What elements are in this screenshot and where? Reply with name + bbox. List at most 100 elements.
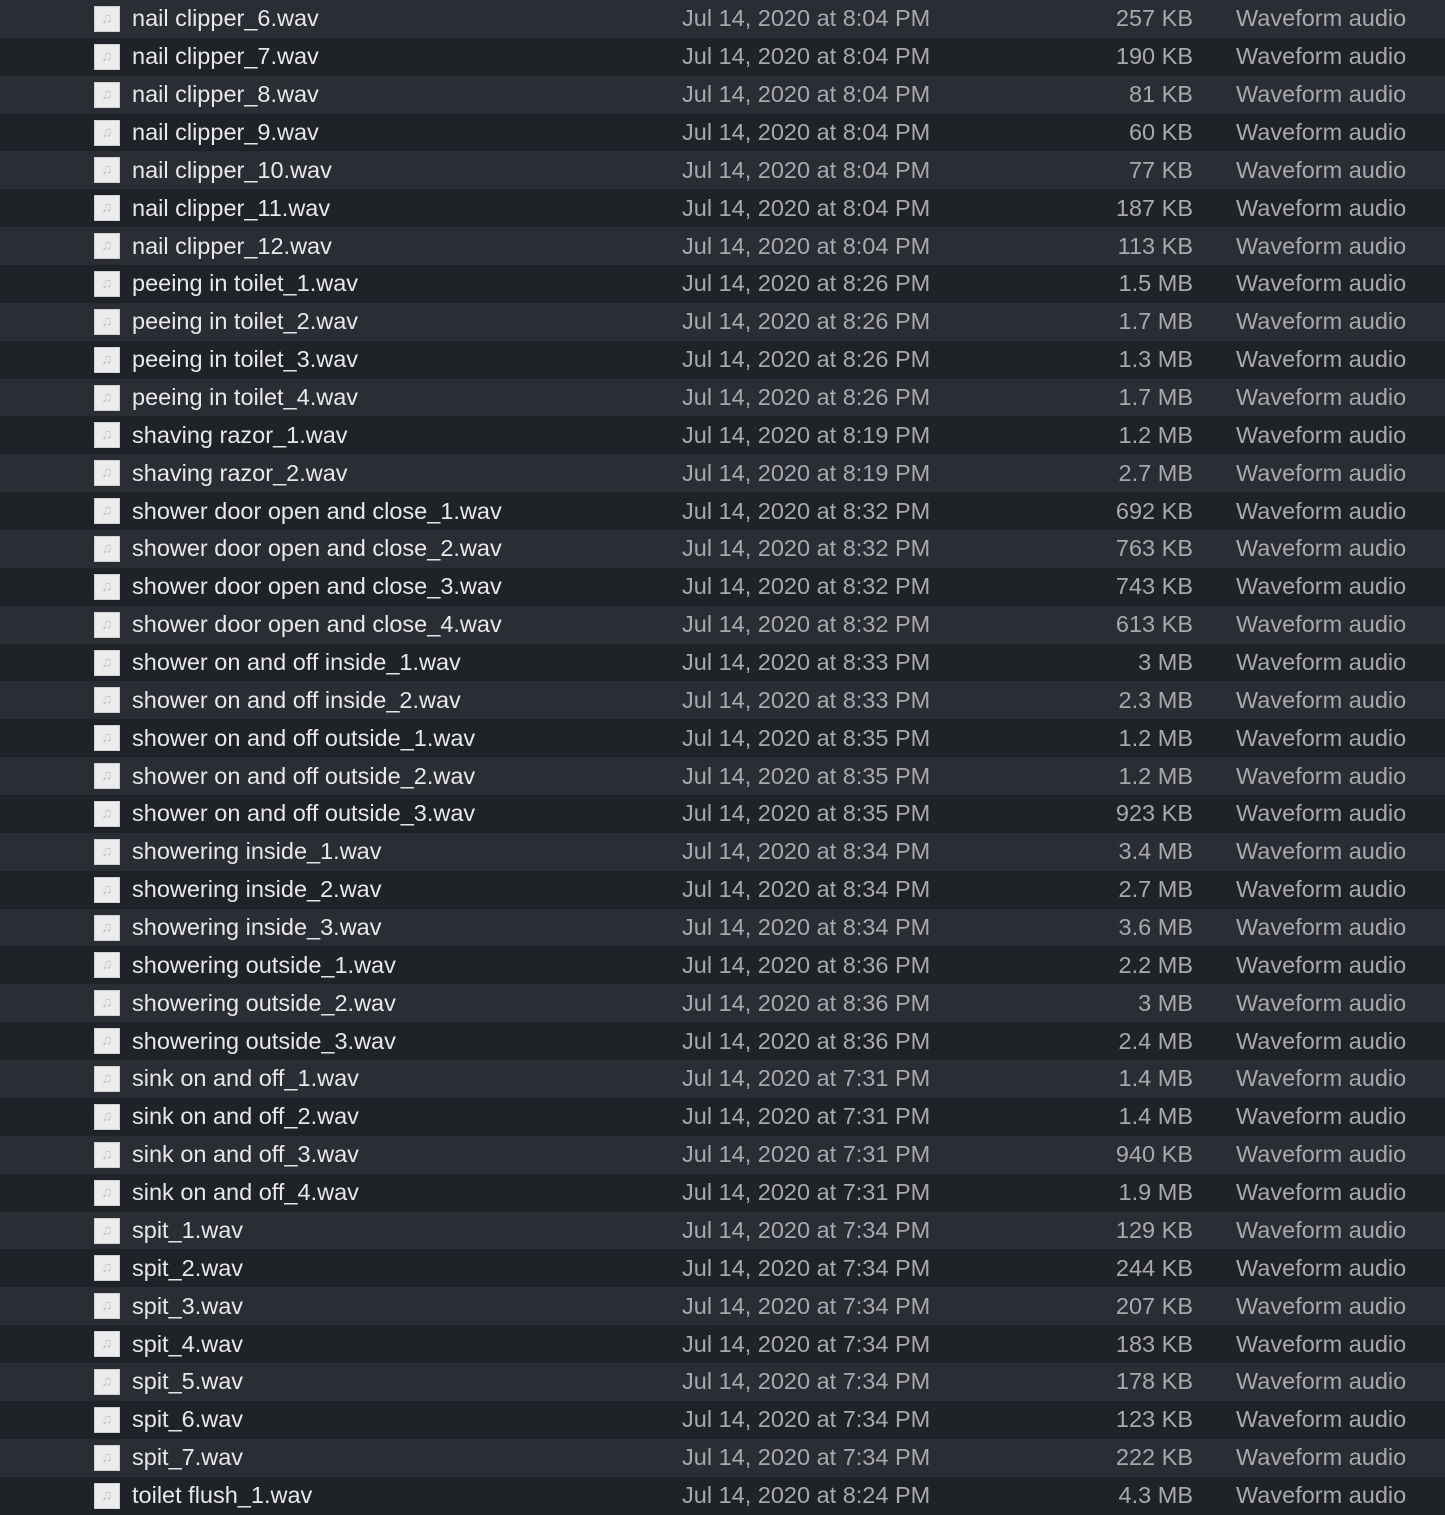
- audio-file-icon: ♫: [94, 838, 120, 865]
- file-date-modified: Jul 14, 2020 at 8:19 PM: [682, 421, 931, 448]
- file-date-modified: Jul 14, 2020 at 8:04 PM: [682, 119, 931, 145]
- audio-file-icon: ♫: [94, 6, 120, 32]
- file-row[interactable]: ♫ toilet flush_1.wav Jul 14, 2020 at 8:24 …: [0, 1476, 1445, 1515]
- file-row[interactable]: ♫ showering outside_1.wav Jul 14, 2020 at …: [0, 946, 1445, 985]
- file-row[interactable]: ♫ sink on and off_4.wav Jul 14, 2020 at 7:…: [0, 1173, 1445, 1212]
- audio-file-icon: ♫: [94, 725, 120, 752]
- file-row[interactable]: ♫ peeing in toilet_4.wav Jul 14, 2020 at 8…: [0, 378, 1445, 417]
- file-date-modified: Jul 14, 2020 at 7:34 PM: [682, 1292, 931, 1319]
- file-row[interactable]: ♫ sink on and off_1.wav Jul 14, 2020 at 7:…: [0, 1060, 1445, 1098]
- file-row[interactable]: ♫ nail clipper_8.wav Jul 14, 2020 at 8:04 …: [0, 75, 1445, 114]
- file-row[interactable]: ♫ nail clipper_6.wav Jul 14, 2020 at 8:04 …: [0, 0, 1445, 38]
- file-size: 2.7 MB: [1118, 876, 1193, 903]
- file-date-modified: Jul 14, 2020 at 7:34 PM: [682, 1368, 931, 1395]
- file-name: shower on and off inside_1.wav: [132, 649, 461, 676]
- file-name: sink on and off_1.wav: [132, 1065, 359, 1092]
- file-kind: Waveform audio: [1236, 1368, 1407, 1395]
- file-row[interactable]: ♫ showering outside_2.wav Jul 14, 2020 at …: [0, 984, 1445, 1023]
- file-date-modified: Jul 14, 2020 at 8:34 PM: [682, 914, 931, 941]
- file-row[interactable]: ♫ peeing in toilet_1.wav Jul 14, 2020 at 8…: [0, 265, 1445, 303]
- file-row[interactable]: ♫ spit_1.wav Jul 14, 2020 at 7:34 PM 129 KB…: [0, 1211, 1445, 1250]
- file-date-modified: Jul 14, 2020 at 8:32 PM: [682, 573, 931, 600]
- file-date-modified: Jul 14, 2020 at 8:35 PM: [682, 800, 931, 827]
- audio-file-icon: ♫: [94, 687, 120, 714]
- file-date-modified: Jul 14, 2020 at 8:35 PM: [682, 762, 931, 789]
- file-row[interactable]: ♫ peeing in toilet_2.wav Jul 14, 2020 at 8…: [0, 302, 1445, 341]
- file-row[interactable]: ♫ spit_2.wav Jul 14, 2020 at 7:34 PM 244 KB…: [0, 1249, 1445, 1288]
- file-row[interactable]: ♫ shower door open and close_1.wav Jul 14,…: [0, 492, 1445, 531]
- file-row[interactable]: ♫ spit_4.wav Jul 14, 2020 at 7:34 PM 183 KB…: [0, 1325, 1445, 1363]
- file-name: spit_6.wav: [132, 1406, 244, 1433]
- file-kind: Waveform audio: [1236, 951, 1407, 978]
- file-row[interactable]: ♫ spit_3.wav Jul 14, 2020 at 7:34 PM 207 KB…: [0, 1287, 1445, 1326]
- file-row[interactable]: ♫ spit_5.wav Jul 14, 2020 at 7:34 PM 178 KB…: [0, 1362, 1445, 1401]
- file-row[interactable]: ♫ shower door open and close_3.wav Jul 14,…: [0, 567, 1445, 606]
- audio-file-icon: ♫: [94, 1255, 120, 1282]
- file-kind: Waveform audio: [1236, 649, 1407, 676]
- audio-file-icon: ♫: [94, 1179, 120, 1206]
- file-row[interactable]: ♫ peeing in toilet_3.wav Jul 14, 2020 at 8…: [0, 340, 1445, 379]
- file-row[interactable]: ♫ sink on and off_3.wav Jul 14, 2020 at 7:…: [0, 1135, 1445, 1174]
- file-date-modified: Jul 14, 2020 at 8:32 PM: [682, 535, 931, 562]
- file-size: 1.5 MB: [1118, 270, 1193, 297]
- audio-file-icon: ♫: [94, 1103, 120, 1130]
- file-date-modified: Jul 14, 2020 at 8:34 PM: [682, 838, 931, 865]
- file-date-modified: Jul 14, 2020 at 8:36 PM: [682, 989, 931, 1016]
- file-size: 187 KB: [1115, 194, 1193, 221]
- file-kind: Waveform audio: [1236, 5, 1407, 32]
- file-kind: Waveform audio: [1236, 346, 1407, 373]
- file-row[interactable]: ♫ shower door open and close_4.wav Jul 14,…: [0, 605, 1445, 644]
- file-kind: Waveform audio: [1236, 724, 1407, 751]
- file-size: 1.2 MB: [1118, 724, 1193, 751]
- file-kind: Waveform audio: [1236, 876, 1407, 903]
- file-name: shaving razor_1.wav: [132, 421, 348, 448]
- file-row[interactable]: ♫ shower door open and close_2.wav Jul 14,…: [0, 530, 1445, 568]
- file-row[interactable]: ♫ shaving razor_1.wav Jul 14, 2020 at 8:19…: [0, 416, 1445, 455]
- file-row[interactable]: ♫ showering inside_3.wav Jul 14, 2020 at 8…: [0, 908, 1445, 947]
- audio-file-icon: ♫: [94, 422, 120, 449]
- file-row[interactable]: ♫ sink on and off_2.wav Jul 14, 2020 at 7:…: [0, 1097, 1445, 1136]
- file-row[interactable]: ♫ nail clipper_9.wav Jul 14, 2020 at 8:04 …: [0, 113, 1445, 152]
- file-name: shower on and off outside_2.wav: [132, 762, 476, 789]
- file-row[interactable]: ♫ showering outside_3.wav Jul 14, 2020 at …: [0, 1022, 1445, 1061]
- file-name: nail clipper_7.wav: [132, 43, 319, 70]
- file-size: 190 KB: [1115, 43, 1193, 70]
- file-kind: Waveform audio: [1236, 384, 1407, 411]
- file-kind: Waveform audio: [1236, 838, 1407, 865]
- file-size: 3.4 MB: [1118, 838, 1193, 865]
- file-size: 123 KB: [1115, 1406, 1193, 1433]
- file-row[interactable]: ♫ spit_7.wav Jul 14, 2020 at 7:34 PM 222 KB…: [0, 1438, 1445, 1477]
- file-kind: Waveform audio: [1236, 1444, 1407, 1471]
- audio-file-icon: ♫: [94, 157, 120, 184]
- file-kind: Waveform audio: [1236, 989, 1407, 1016]
- audio-file-icon: ♫: [94, 1482, 120, 1509]
- file-row[interactable]: ♫ nail clipper_12.wav Jul 14, 2020 at 8:04…: [0, 227, 1445, 266]
- file-size: 2.4 MB: [1118, 1027, 1193, 1054]
- file-size: 940 KB: [1115, 1141, 1193, 1168]
- file-name: spit_3.wav: [132, 1292, 244, 1319]
- file-kind: Waveform audio: [1236, 421, 1407, 448]
- file-date-modified: Jul 14, 2020 at 8:33 PM: [682, 686, 931, 713]
- file-row[interactable]: ♫ shower on and off inside_2.wav Jul 14, 2…: [0, 681, 1445, 720]
- file-row[interactable]: ♫ showering inside_2.wav Jul 14, 2020 at 8…: [0, 870, 1445, 909]
- audio-file-icon: ♫: [94, 536, 120, 563]
- file-kind: Waveform audio: [1236, 270, 1407, 297]
- file-row[interactable]: ♫ shaving razor_2.wav Jul 14, 2020 at 8:19…: [0, 454, 1445, 493]
- file-name: showering outside_3.wav: [132, 1027, 396, 1054]
- file-size: 763 KB: [1115, 535, 1193, 562]
- file-row[interactable]: ♫ shower on and off outside_1.wav Jul 14, …: [0, 719, 1445, 758]
- file-row[interactable]: ♫ shower on and off outside_2.wav Jul 14, …: [0, 757, 1445, 796]
- file-name: nail clipper_10.wav: [132, 156, 332, 183]
- file-row[interactable]: ♫ showering inside_1.wav Jul 14, 2020 at 8…: [0, 832, 1445, 871]
- file-name: sink on and off_4.wav: [132, 1179, 359, 1206]
- file-row[interactable]: ♫ nail clipper_11.wav Jul 14, 2020 at 8:04…: [0, 189, 1445, 228]
- file-date-modified: Jul 14, 2020 at 8:35 PM: [682, 724, 931, 751]
- file-row[interactable]: ♫ nail clipper_10.wav Jul 14, 2020 at 8:04…: [0, 151, 1445, 190]
- file-size: 3.6 MB: [1118, 914, 1193, 941]
- file-row[interactable]: ♫ shower on and off inside_1.wav Jul 14, 2…: [0, 643, 1445, 682]
- file-row[interactable]: ♫ nail clipper_7.wav Jul 14, 2020 at 8:04 …: [0, 37, 1445, 76]
- file-name: spit_4.wav: [132, 1330, 244, 1357]
- file-row[interactable]: ♫ shower on and off outside_3.wav Jul 14, …: [0, 795, 1445, 833]
- file-name: shower door open and close_4.wav: [132, 611, 502, 638]
- file-row[interactable]: ♫ spit_6.wav Jul 14, 2020 at 7:34 PM 123 KB…: [0, 1400, 1445, 1439]
